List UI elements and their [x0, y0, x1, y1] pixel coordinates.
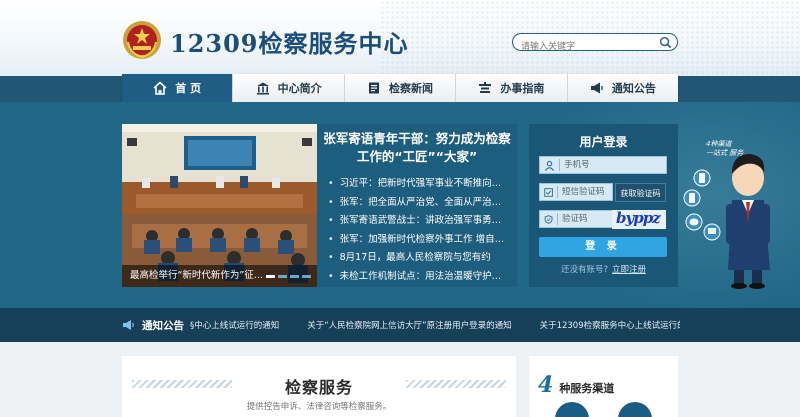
register-link[interactable]: 立即注册 — [612, 265, 646, 275]
news-item[interactable]: 8月17日，最高人民检察院与您有约 — [328, 249, 510, 268]
megaphone-icon — [123, 320, 134, 330]
get-code-button[interactable]: 获取验证码 — [615, 183, 666, 202]
notice-label[interactable]: 通知公告 — [122, 309, 184, 341]
nav-notice[interactable]: 通知公告 — [568, 74, 678, 102]
nav-notice-label: 通知公告 — [611, 82, 656, 95]
no-account-text: 还没有账号? — [560, 265, 608, 275]
nav-home[interactable]: 首 页 — [122, 74, 234, 102]
notice-ticker: §中心上线试运行的通知 关于“人民检察院网上信访大厅”原注册用户登录的通知 关于… — [190, 309, 680, 341]
slide-dots — [266, 275, 311, 278]
channels-title: 4 种服务渠道 — [538, 372, 614, 398]
nav-news[interactable]: 检察新闻 — [345, 74, 457, 102]
notice-item[interactable]: 关于“人民检察院网上信访大厅”原注册用户登录的通知 — [307, 319, 511, 331]
captcha-input[interactable] — [562, 214, 612, 224]
main-nav: 首 页 中心简介 检察新闻 办事指南 通知公告 — [122, 74, 678, 102]
slide-dot[interactable] — [290, 275, 299, 278]
prosecutor-mascot — [683, 154, 770, 289]
search-input[interactable] — [513, 39, 653, 55]
phone-input[interactable] — [564, 160, 644, 170]
checkbox-icon — [544, 187, 553, 197]
notice-item[interactable]: 关于12309检察服务中心上线试运行的通知 — [540, 319, 680, 331]
field-divider — [559, 159, 560, 171]
slide-dot[interactable] — [266, 275, 275, 278]
sms-code-field[interactable] — [539, 183, 613, 201]
shield-icon — [544, 214, 553, 224]
slide-dot[interactable] — [278, 275, 287, 278]
login-button[interactable]: 登 录 — [539, 237, 667, 257]
notice-item[interactable]: §中心上线试运行的通知 — [190, 319, 279, 331]
login-title: 用户登录 — [579, 135, 628, 149]
meeting-photo[interactable] — [122, 124, 317, 287]
news-item[interactable]: 未检工作机制试点：用法治温暖守护孩子... — [328, 268, 510, 287]
nav-guide[interactable]: 办事指南 — [456, 74, 568, 102]
home-icon — [153, 81, 167, 95]
nav-guide-label: 办事指南 — [500, 82, 545, 95]
phone-field[interactable] — [539, 156, 667, 174]
site-title[interactable]: 12309检察服务中心 — [170, 24, 409, 59]
search-box[interactable] — [512, 33, 678, 55]
nav-about[interactable]: 中心简介 — [233, 74, 345, 102]
news-item[interactable]: 张军：加强新时代检察外事工作 增自信... — [328, 231, 510, 250]
guide-icon — [479, 82, 492, 93]
user-icon — [544, 160, 555, 171]
building-icon — [256, 82, 269, 95]
field-divider — [557, 213, 558, 225]
newspaper-icon — [369, 82, 380, 94]
news-item[interactable]: 习近平：把新时代强军事业不断推向前进 — [328, 175, 510, 194]
news-list: 习近平：把新时代强军事业不断推向前进 张军：把全面从严治党、全面从严治检落...… — [328, 175, 510, 286]
nav-about-label: 中心简介 — [277, 82, 322, 95]
captcha-field[interactable] — [539, 210, 613, 228]
nav-home-label: 首 页 — [175, 82, 202, 95]
search-icon[interactable] — [659, 36, 672, 49]
channels-count: 4 — [538, 372, 554, 398]
captcha-image[interactable]: byppz — [612, 210, 666, 229]
news-slideshow[interactable]: 最高检举行“新时代新作为”征... — [122, 124, 317, 287]
news-item[interactable]: 张军：把全面从严治党、全面从严治检落... — [328, 194, 510, 213]
slide-dot[interactable] — [302, 275, 311, 278]
channels-label: 种服务渠道 — [559, 382, 615, 395]
nav-news-label: 检察新闻 — [389, 82, 434, 95]
megaphone-icon — [590, 82, 603, 94]
news-headline[interactable]: 张军寄语青年干部：努力成为检察工作的“工匠”“大家” — [322, 130, 512, 166]
services-subtitle: 提供控告申诉、法律咨询等检察服务。 — [246, 402, 392, 412]
field-divider — [557, 186, 558, 198]
register-prompt: 还没有账号? 立即注册 — [529, 263, 678, 275]
captcha-text: byppz — [616, 210, 661, 227]
services-title: 检察服务 — [284, 378, 353, 397]
news-item[interactable]: 张军寄语武警战士：讲政治强军事勇担当 — [328, 212, 510, 231]
procuratorate-emblem-icon[interactable] — [122, 20, 162, 60]
notice-title: 通知公告 — [142, 319, 184, 332]
sms-code-input[interactable] — [562, 187, 612, 197]
